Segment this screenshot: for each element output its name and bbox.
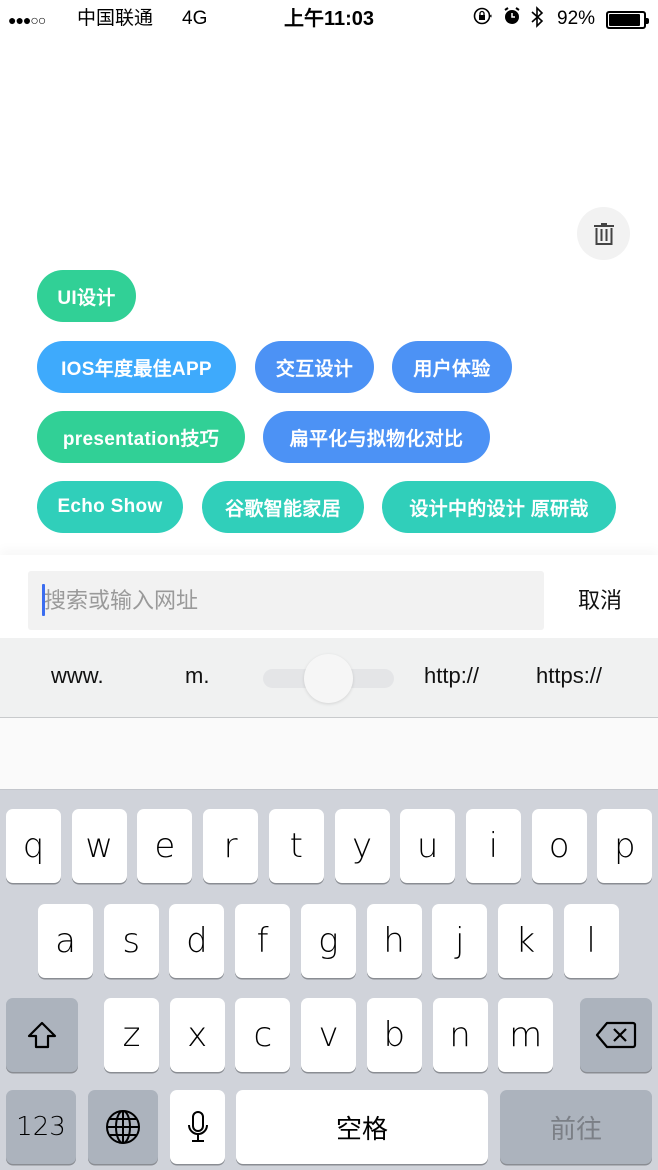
key-f[interactable]: f [235,904,291,978]
history-tag[interactable]: 谷歌智能家居 [202,481,364,533]
keyboard: qwertyuiop asdfghjkl zxcvbnm 123 空格 前往 [0,790,658,1170]
clear-history-button[interactable] [577,207,630,260]
rotation-lock-icon [472,6,492,33]
key-h[interactable]: h [366,904,422,978]
text-caret [42,584,45,616]
search-input[interactable] [44,571,534,630]
go-key[interactable]: 前往 [500,1090,652,1164]
bluetooth-icon [530,6,544,36]
shift-icon [27,1021,57,1049]
microphone-icon [187,1111,208,1142]
key-t[interactable]: t [268,809,324,883]
status-bar: ●●●○○ 中国联通 4G 上午11:03 92% [0,0,658,40]
key-y[interactable]: y [334,809,390,883]
history-tag[interactable]: 设计中的设计 原研哉 [382,481,616,533]
shift-key[interactable] [6,998,78,1072]
backspace-icon [595,1021,637,1049]
key-k[interactable]: k [497,904,553,978]
key-i[interactable]: i [465,809,521,883]
shortcut-www[interactable]: www. [51,663,104,689]
go-key-label: 前往 [549,1114,602,1145]
key-g[interactable]: g [300,904,356,978]
space-key[interactable]: 空格 [236,1090,488,1164]
history-tag[interactable]: Echo Show [37,481,183,533]
key-m[interactable]: m [498,998,554,1072]
microphone-key[interactable] [170,1090,225,1164]
key-u[interactable]: u [400,809,456,883]
keyboard-suggestion-strip [0,718,658,790]
shortcut-http[interactable]: http:// [424,663,479,689]
key-r[interactable]: r [203,809,259,883]
key-s[interactable]: s [103,904,159,978]
history-tag[interactable]: IOS年度最佳APP [37,341,236,393]
history-tag[interactable]: 交互设计 [255,341,374,393]
history-tag[interactable]: 用户体验 [392,341,512,393]
key-d[interactable]: d [169,904,225,978]
globe-key[interactable] [88,1090,158,1164]
key-e[interactable]: e [137,809,193,883]
key-b[interactable]: b [366,998,422,1072]
globe-icon [106,1110,140,1144]
key-l[interactable]: l [563,904,619,978]
history-tag[interactable]: UI设计 [37,270,136,322]
search-field[interactable] [28,571,544,630]
trash-icon [593,222,614,245]
history-tag[interactable]: presentation技巧 [37,411,245,463]
url-shortcut-bar: www. m. http:// https:// [0,638,658,718]
key-x[interactable]: x [169,998,225,1072]
key-p[interactable]: p [597,809,653,883]
key-v[interactable]: v [301,998,357,1072]
battery-percent: 92% [557,8,596,29]
numbers-key[interactable]: 123 [6,1090,76,1164]
key-j[interactable]: j [432,904,488,978]
alarm-icon [503,6,521,33]
shortcut-m[interactable]: m. [185,663,209,689]
key-c[interactable]: c [235,998,291,1072]
key-w[interactable]: w [71,809,127,883]
key-z[interactable]: z [104,998,159,1072]
cursor-slider-thumb[interactable] [304,654,353,703]
search-bar: 取消 [0,555,658,638]
backspace-key[interactable] [580,998,652,1072]
key-n[interactable]: n [432,998,488,1072]
key-a[interactable]: a [38,904,93,978]
shortcut-https[interactable]: https:// [536,663,602,689]
key-o[interactable]: o [531,809,587,883]
history-tag[interactable]: 扁平化与拟物化对比 [263,411,490,463]
key-q[interactable]: q [6,809,61,883]
cancel-button[interactable]: 取消 [560,583,640,615]
battery-icon [606,11,649,29]
